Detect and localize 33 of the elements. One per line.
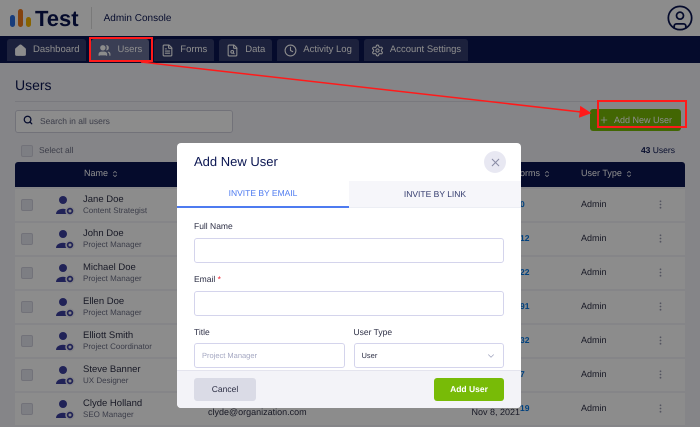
email-cell-text: clyde@organization.com [208,406,308,419]
user-name: Clyde Holland [83,398,142,408]
field-label: Full Name [194,220,234,233]
logo-text: Test [35,4,79,32]
field-label: User Type [354,326,394,338]
user-name: Jane Doe [83,194,124,204]
user-name: Michael Doe [83,262,136,272]
field-label: Title [194,326,211,338]
user-count: 43 Users [640,144,676,157]
user-type-cell-text: Admin [580,402,608,415]
user-title: Project Manager [83,238,142,250]
page-title: Users [15,75,685,102]
user-type-cell-text: Admin [580,368,608,381]
user-title: UX Designer [83,374,128,386]
user-type-cell-text: Admin [580,232,608,245]
field-label: Email * [194,272,222,286]
user-title: Content Strategist [83,204,148,216]
user-title: SEO Manager [83,408,134,420]
user-title: Project Coordinator [83,340,152,352]
user-type-cell-text: Admin [580,198,608,211]
user-title: Project Manager [83,306,142,318]
user-name: Steve Banner [83,364,141,374]
user-name: Ellen Doe [83,296,124,306]
user-name: Elliott Smith [83,330,134,340]
user-name: John Doe [83,228,124,238]
console-title: Admin Console [104,12,172,26]
date-cell-text: Nov 8, 2021 [470,406,520,419]
user-type-cell-text: Admin [580,334,608,347]
user-type-cell-text: Admin [580,266,608,279]
dialog-title: Add New User [194,153,278,172]
user-title: Project Manager [83,272,142,284]
select-all-label: Select all [39,144,74,157]
user-type-cell-text: Admin [580,300,608,313]
